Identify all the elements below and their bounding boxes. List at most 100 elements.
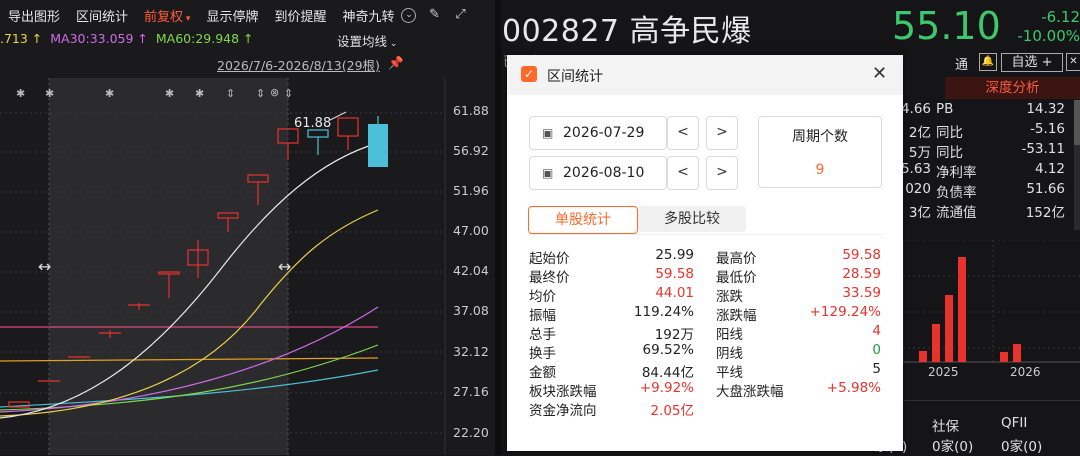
ma-legend: .713 ↑ MA30:33.059 ↑ MA60:29.948 ↑ 设置均线 … bbox=[0, 31, 495, 51]
price-alert-button[interactable]: 到价提醒 bbox=[266, 6, 334, 25]
forward-adjust-label: 前复权 bbox=[144, 9, 184, 25]
stat-label: 大盘涨跌幅 bbox=[716, 384, 784, 400]
range-selection[interactable] bbox=[49, 78, 288, 455]
holders-section: 社保 QFII 0家(0) 0家(0) 0家(0) bbox=[866, 400, 1080, 456]
calendar-icon: ▣ bbox=[542, 126, 554, 140]
svg-text:✱: ✱ bbox=[165, 87, 174, 100]
stat-value: 5 bbox=[872, 361, 881, 377]
stat-label: 金额 bbox=[529, 365, 556, 381]
export-chart-button[interactable]: 导出图形 bbox=[0, 6, 68, 25]
y-tick-label: 37.08 bbox=[453, 303, 489, 318]
magic-nine-button[interactable]: 神奇九转 bbox=[334, 6, 396, 25]
stat-label: 涨跌 bbox=[716, 289, 743, 305]
drag-left-icon[interactable]: ↔ bbox=[38, 257, 51, 276]
stock-name: 高争民爆 bbox=[629, 14, 752, 49]
self-select-button[interactable]: 自选 + bbox=[1001, 53, 1063, 72]
stat-label: 最终价 bbox=[529, 270, 570, 286]
price-change: -6.12 bbox=[1041, 8, 1080, 26]
kline-chart[interactable]: ✱ ✱ ✱ ✱ ✱ ⇕ ⇕ ⊗ ⇕ ↔ ↔ 61.88 bbox=[0, 78, 495, 455]
mini-year-label: 2025 bbox=[928, 365, 959, 379]
period-count-box: 周期个数 9 bbox=[758, 116, 882, 188]
svg-text:⇕: ⇕ bbox=[226, 87, 235, 100]
dialog-header[interactable]: ✓ 区间统计 ✕ bbox=[507, 55, 903, 95]
stat-value: 84.44亿 bbox=[641, 365, 694, 381]
stat-label: 阳线 bbox=[716, 327, 743, 343]
metric-value: 51.66 bbox=[1026, 181, 1065, 197]
stat-value: 69.52% bbox=[642, 342, 694, 358]
pin-icon[interactable]: 📌 bbox=[388, 55, 404, 71]
end-date-prev-button[interactable]: < bbox=[667, 156, 699, 190]
fullscreen-icon[interactable]: ⤢ bbox=[452, 7, 468, 23]
show-suspension-button[interactable]: 显示停牌 bbox=[198, 6, 266, 25]
stat-label: 换手 bbox=[529, 346, 556, 362]
mini-bar bbox=[958, 257, 966, 362]
ma30-value: MA30:33.059 ↑ bbox=[50, 31, 148, 46]
drag-right-icon[interactable]: ↔ bbox=[278, 257, 291, 276]
svg-text:⇕: ⇕ bbox=[256, 87, 265, 100]
ma60-value: MA60:29.948 ↑ bbox=[155, 31, 254, 46]
bell-icon[interactable]: 🔔 bbox=[979, 53, 997, 71]
y-tick-label: 32.12 bbox=[453, 344, 489, 359]
stat-label: 最高价 bbox=[716, 251, 757, 267]
metric-value: 152亿 bbox=[1025, 205, 1065, 221]
stat-label: 总手 bbox=[529, 327, 556, 343]
stock-title: 002827 高争民爆 bbox=[502, 6, 752, 50]
start-date-picker[interactable]: ▣ 2026-07-29 bbox=[529, 116, 667, 150]
tab-underline bbox=[528, 234, 883, 235]
end-date-picker[interactable]: ▣ 2026-08-10 bbox=[529, 156, 667, 190]
y-tick-label: 22.20 bbox=[453, 425, 489, 440]
metric-label: 负债率 bbox=[936, 185, 977, 201]
range-stats-dialog: ✓ 区间统计 ✕ ▣ 2026-07-29 < > ▣ 2026-08-10 <… bbox=[507, 55, 903, 451]
svg-text:✱: ✱ bbox=[105, 87, 114, 100]
stat-label: 最低价 bbox=[716, 270, 757, 286]
collapse-icon[interactable]: ⌄ bbox=[401, 7, 417, 23]
y-tick-label: 47.00 bbox=[453, 223, 489, 238]
deep-analysis-tab[interactable]: 深度分析 bbox=[945, 77, 1080, 99]
start-date-prev-button[interactable]: < bbox=[667, 116, 699, 150]
ma-settings-button[interactable]: 设置均线 ⌄ bbox=[337, 31, 397, 50]
tab-multi-stock[interactable]: 多股比较 bbox=[638, 206, 746, 232]
period-count-label: 周期个数 bbox=[792, 129, 848, 145]
stat-value: 25.99 bbox=[655, 247, 694, 263]
mini-bar bbox=[932, 324, 940, 362]
y-tick-label: 61.88 bbox=[453, 103, 489, 118]
range-text: 2026/7/6-2026/8/13(29根) bbox=[217, 58, 380, 73]
end-date-next-button[interactable]: > bbox=[706, 156, 738, 190]
stat-label: 均价 bbox=[529, 289, 556, 305]
brush-icon[interactable]: ✎ bbox=[426, 7, 442, 23]
mini-bar bbox=[1000, 352, 1008, 362]
tab-single-stock[interactable]: 单股统计 bbox=[528, 206, 638, 234]
stat-value: 192万 bbox=[654, 327, 694, 343]
range-stats-button[interactable]: 区间统计 bbox=[68, 6, 136, 25]
stat-value: 4 bbox=[872, 323, 881, 339]
social-security-value: 0家(0) bbox=[932, 439, 974, 455]
qfii-label: QFII bbox=[1001, 415, 1028, 431]
forward-adjust-dropdown[interactable]: 前复权 ▾ bbox=[136, 6, 198, 25]
end-date-value: 2026-08-10 bbox=[563, 165, 645, 181]
scrollbar-thumb[interactable] bbox=[1074, 100, 1080, 145]
stat-value: 0 bbox=[872, 342, 881, 358]
svg-text:✱: ✱ bbox=[45, 87, 54, 100]
start-date-value: 2026-07-29 bbox=[563, 125, 645, 141]
dialog-title: 区间统计 bbox=[547, 69, 603, 85]
self-select-label: 自选 bbox=[1011, 55, 1038, 70]
close-panel-icon[interactable]: ✕ bbox=[1066, 53, 1080, 71]
metric-label: 同比 bbox=[936, 145, 963, 161]
plus-icon: + bbox=[1037, 55, 1053, 70]
chart-toolbar: 导出图形 区间统计 前复权 ▾ 显示停牌 到价提醒 神奇九转 ⌄ ✎ ⤢ bbox=[0, 0, 495, 30]
stat-label: 阴线 bbox=[716, 346, 743, 362]
mini-bar bbox=[919, 351, 927, 362]
deep-analysis-label: 深度分析 bbox=[985, 80, 1040, 96]
stat-label: 板块涨跌幅 bbox=[529, 384, 597, 400]
stat-value: +5.98% bbox=[826, 380, 881, 396]
close-icon[interactable]: ✕ bbox=[872, 63, 887, 84]
chevron-down-icon: ▾ bbox=[183, 13, 191, 24]
y-tick-label: 51.96 bbox=[453, 183, 489, 198]
mini-bar bbox=[1013, 344, 1021, 362]
start-date-next-button[interactable]: > bbox=[706, 116, 738, 150]
price-change-block: -6.12 -10.00% bbox=[1010, 8, 1080, 46]
calendar-icon: ▣ bbox=[542, 166, 554, 180]
svg-text:⊗: ⊗ bbox=[270, 86, 279, 99]
mini-bar-chart bbox=[903, 240, 1080, 363]
stock-code: 002827 bbox=[502, 14, 620, 49]
